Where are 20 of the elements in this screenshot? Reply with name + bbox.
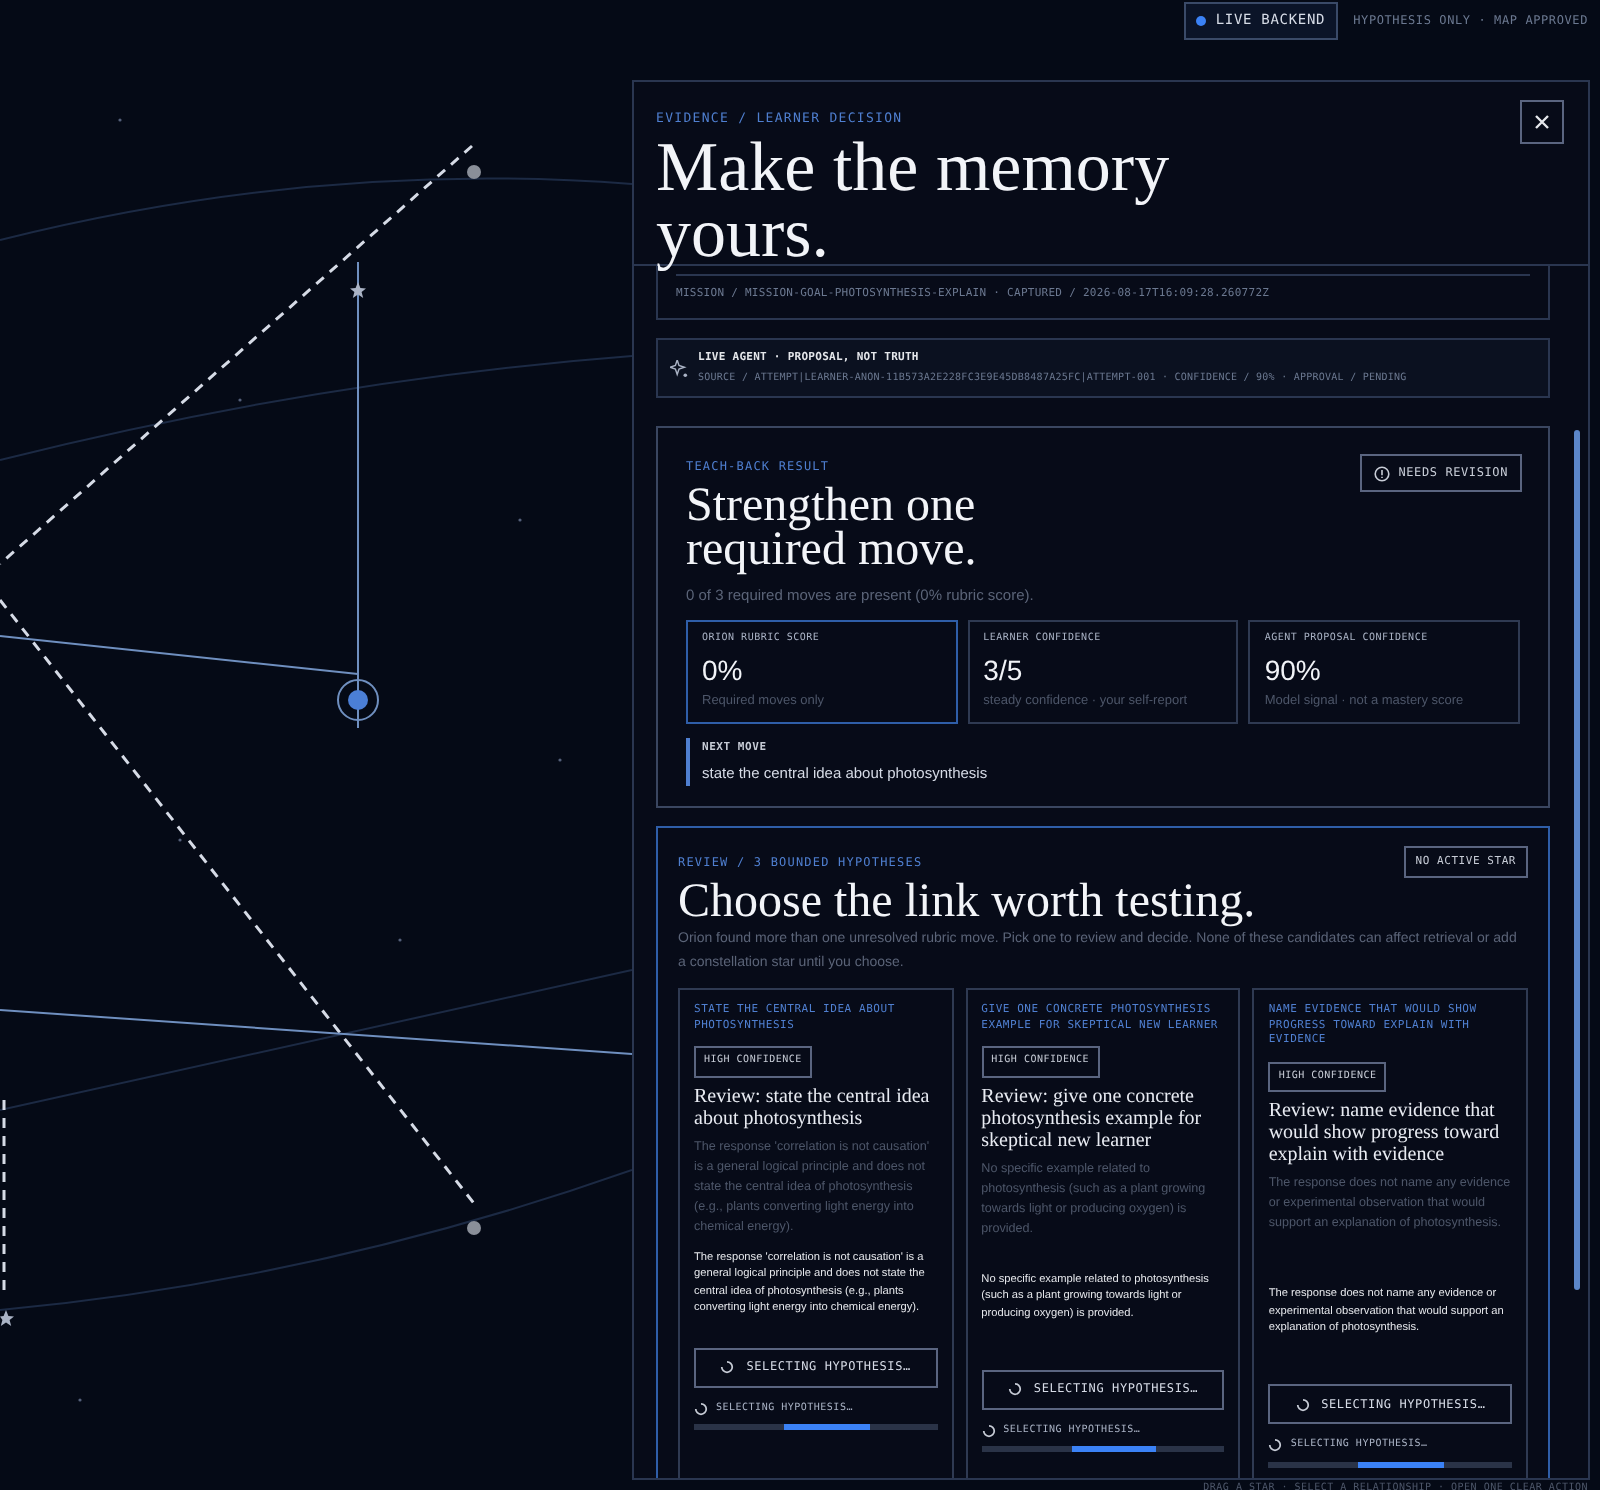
close-button[interactable]: [1520, 100, 1564, 144]
panel-title: Make the memory yours.: [656, 133, 1172, 266]
section-title: Choose the link worth testing.: [678, 878, 1258, 926]
spinner-icon: [981, 1423, 996, 1438]
metric-value: 0%: [702, 653, 745, 686]
spinner-icon: [1295, 1397, 1310, 1411]
spinner-icon: [694, 1401, 708, 1416]
spinner-icon: [1268, 1438, 1283, 1453]
hypothesis-heading: Review: give one concrete photosynthesis example for skeptical new learner: [981, 1085, 1204, 1151]
spinner-icon: [720, 1360, 735, 1374]
alert-icon: [1374, 465, 1391, 481]
section-title: Strengthen one required move.: [686, 484, 979, 572]
hypothesis-heading: Review: name evidence that would show progress toward explain with evidence: [1268, 1100, 1502, 1166]
close-icon: [1534, 114, 1550, 130]
scrollbar-thumb[interactable]: [1574, 430, 1580, 1290]
sparkle-icon: [670, 359, 688, 378]
hypothesis-heading: Review: state the central idea about photosynthesis: [694, 1085, 932, 1129]
metric-value: 3/5: [983, 653, 1025, 686]
spinner-icon: [1007, 1382, 1022, 1396]
metric-value: 90%: [1264, 653, 1323, 686]
